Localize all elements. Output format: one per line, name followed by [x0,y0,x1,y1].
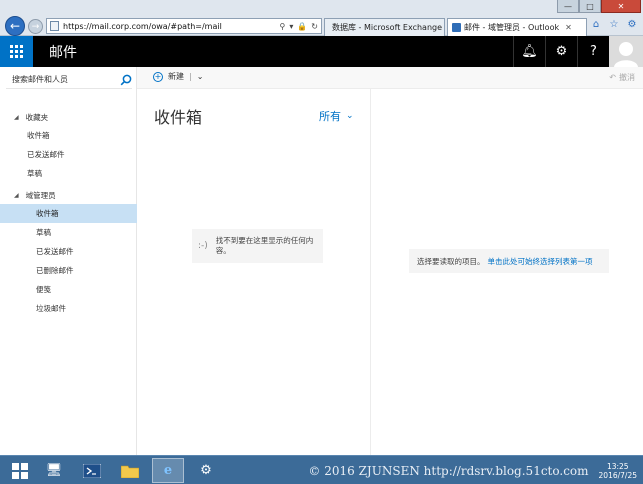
browser-chrome: — □ ✕ ← → https://mail.corp.com/owa/#pat… [0,0,643,36]
clock-date: 2016/7/25 [598,470,637,480]
always-select-first-link[interactable]: 单击此处可始终选择列表第一项 [488,256,593,267]
home-icon[interactable]: ⌂ [589,17,603,31]
system-tray: © 2016 ZJUNSEN http://rdsrv.blog.51cto.c… [308,458,637,483]
tab-exchange-admin[interactable]: 数据库 - Microsoft Exchange [324,18,445,36]
minimize-button[interactable]: — [557,0,579,13]
app-title: 邮件 [49,45,77,61]
outlook-favicon-icon [452,23,461,32]
file-explorer-button[interactable] [114,458,146,483]
gear-icon: ⚙ [200,463,212,478]
clock[interactable]: 13:25 2016/7/25 [599,462,637,480]
collapse-triangle-icon[interactable]: ◢ [14,114,19,121]
arrow-right-icon: → [31,21,40,32]
app-launcher-button[interactable] [0,36,33,67]
page-icon [50,21,59,31]
server-manager-button[interactable]: 🖥︎ [38,458,70,483]
notifications-button[interactable]: 🔔︎ [513,36,545,67]
folder-title: 收件箱 [154,108,203,127]
arrow-left-icon: ← [9,19,21,33]
favorite-folder-inbox[interactable]: 收件箱 [0,126,137,145]
new-message-button[interactable]: + 新建 | ⌄ [153,71,203,82]
smiley-icon: :-) [198,241,208,251]
filter-dropdown[interactable]: 所有 ⌄ [319,108,354,124]
tab-label: 数据库 - Microsoft Exchange [332,23,443,32]
folder-drafts[interactable]: 草稿 [0,223,137,242]
lock-icon: 🔒 [297,21,308,31]
favorites-star-icon[interactable]: ☆ [607,17,621,31]
powershell-icon [83,463,101,478]
forward-button[interactable]: → [28,19,43,34]
user-silhouette-icon [614,42,638,67]
search-input[interactable]: 搜索邮件和人员 [6,74,120,85]
gear-icon: ⚙ [555,44,568,59]
command-bar: + 新建 | ⌄ ↶ 撤消 [137,67,643,89]
refresh-icon[interactable]: ↻ [311,22,318,31]
mailbox-header[interactable]: ◢ 域管理员 [0,186,137,204]
favorite-folder-drafts[interactable]: 草稿 [0,164,137,183]
internet-explorer-icon: e [163,463,173,478]
group-label: 域管理员 [25,190,56,200]
dropdown-icon[interactable]: ▾ [289,22,293,31]
group-label: 收藏夹 [25,112,49,122]
folder-icon [121,465,139,478]
settings-app-button[interactable]: ⚙ [190,458,222,483]
windows-taskbar: 🖥︎ e ⚙ © 2016 ZJUNSEN http://rdsrv.blog.… [0,455,643,484]
tab-label: 邮件 - 域管理员 - Outlook [464,23,560,32]
address-url[interactable]: https://mail.corp.com/owa/#path=/mail [63,22,279,31]
server-manager-icon: 🖥︎ [45,463,63,478]
reading-pane: 选择要读取的项目。 单击此处可始终选择列表第一项 [371,89,643,455]
browser-toolbar-icons: ⌂ ☆ ⚙ [589,17,639,31]
filter-label: 所有 [319,110,341,123]
close-tab-icon[interactable]: ✕ [565,23,572,32]
clock-time: 13:25 [606,461,629,471]
undo-button[interactable]: ↶ 撤消 [609,72,635,83]
reading-pane-prompt: 选择要读取的项目。 单击此处可始终选择列表第一项 [409,249,609,273]
undo-icon: ↶ [609,73,616,82]
maximize-button[interactable]: □ [579,0,601,13]
folder-sent[interactable]: 已发送邮件 [0,242,137,261]
watermark-text: © 2016 ZJUNSEN http://rdsrv.blog.51cto.c… [308,463,589,478]
divider: | [189,72,192,81]
favorite-folder-sent[interactable]: 已发送邮件 [0,145,137,164]
owa-header: 邮件 🔔︎ ⚙ ? [0,36,643,67]
chevron-down-icon: ⌄ [346,111,354,121]
powershell-button[interactable] [76,458,108,483]
undo-label: 撤消 [619,73,635,82]
help-button[interactable]: ? [577,36,609,67]
folder-junk[interactable]: 垃圾邮件 [0,299,137,318]
search-box[interactable]: 搜索邮件和人员 [6,71,132,89]
chevron-down-icon[interactable]: ⌄ [197,72,204,81]
start-button[interactable] [4,458,36,483]
folder-pane: 搜索邮件和人员 ◢ 收藏夹 收件箱 已发送邮件 草稿 ◢ 域管理员 收件箱 草稿… [0,67,137,455]
empty-list-message: :-) 找不到要在这里显示的任何内容。 [192,229,323,263]
folder-inbox[interactable]: 收件箱 [0,204,137,223]
new-label: 新建 [168,72,184,81]
search-icon[interactable] [120,74,132,86]
empty-list-text: 找不到要在这里显示的任何内容。 [215,236,314,255]
bell-icon: 🔔︎ [521,44,538,59]
favorites-header[interactable]: ◢ 收藏夹 [0,108,137,126]
collapse-triangle-icon[interactable]: ◢ [14,192,19,199]
waffle-icon [10,45,23,58]
gear-icon[interactable]: ⚙ [625,17,639,31]
windows-logo-icon [12,462,28,479]
tab-outlook-mail[interactable]: 邮件 - 域管理员 - Outlook ✕ [447,18,587,36]
message-list-pane: 收件箱 所有 ⌄ :-) 找不到要在这里显示的任何内容。 [137,89,371,455]
settings-button[interactable]: ⚙ [545,36,577,67]
search-icon[interactable]: ⚲ [279,22,285,31]
internet-explorer-button[interactable]: e [152,458,184,483]
back-button[interactable]: ← [5,16,25,36]
window-controls: — □ ✕ [557,0,641,14]
folder-notes[interactable]: 便笺 [0,280,137,299]
folder-deleted[interactable]: 已删除邮件 [0,261,137,280]
mailbox-group: ◢ 域管理员 收件箱 草稿 已发送邮件 已删除邮件 便笺 垃圾邮件 [0,186,137,318]
plus-icon: + [153,71,163,82]
avatar[interactable] [609,36,643,67]
close-button[interactable]: ✕ [601,0,641,13]
reading-prompt-text: 选择要读取的项目。 [417,256,485,266]
address-bar[interactable]: https://mail.corp.com/owa/#path=/mail ⚲ … [46,18,322,34]
favorites-group: ◢ 收藏夹 收件箱 已发送邮件 草稿 [0,108,137,183]
question-icon: ? [590,44,597,59]
